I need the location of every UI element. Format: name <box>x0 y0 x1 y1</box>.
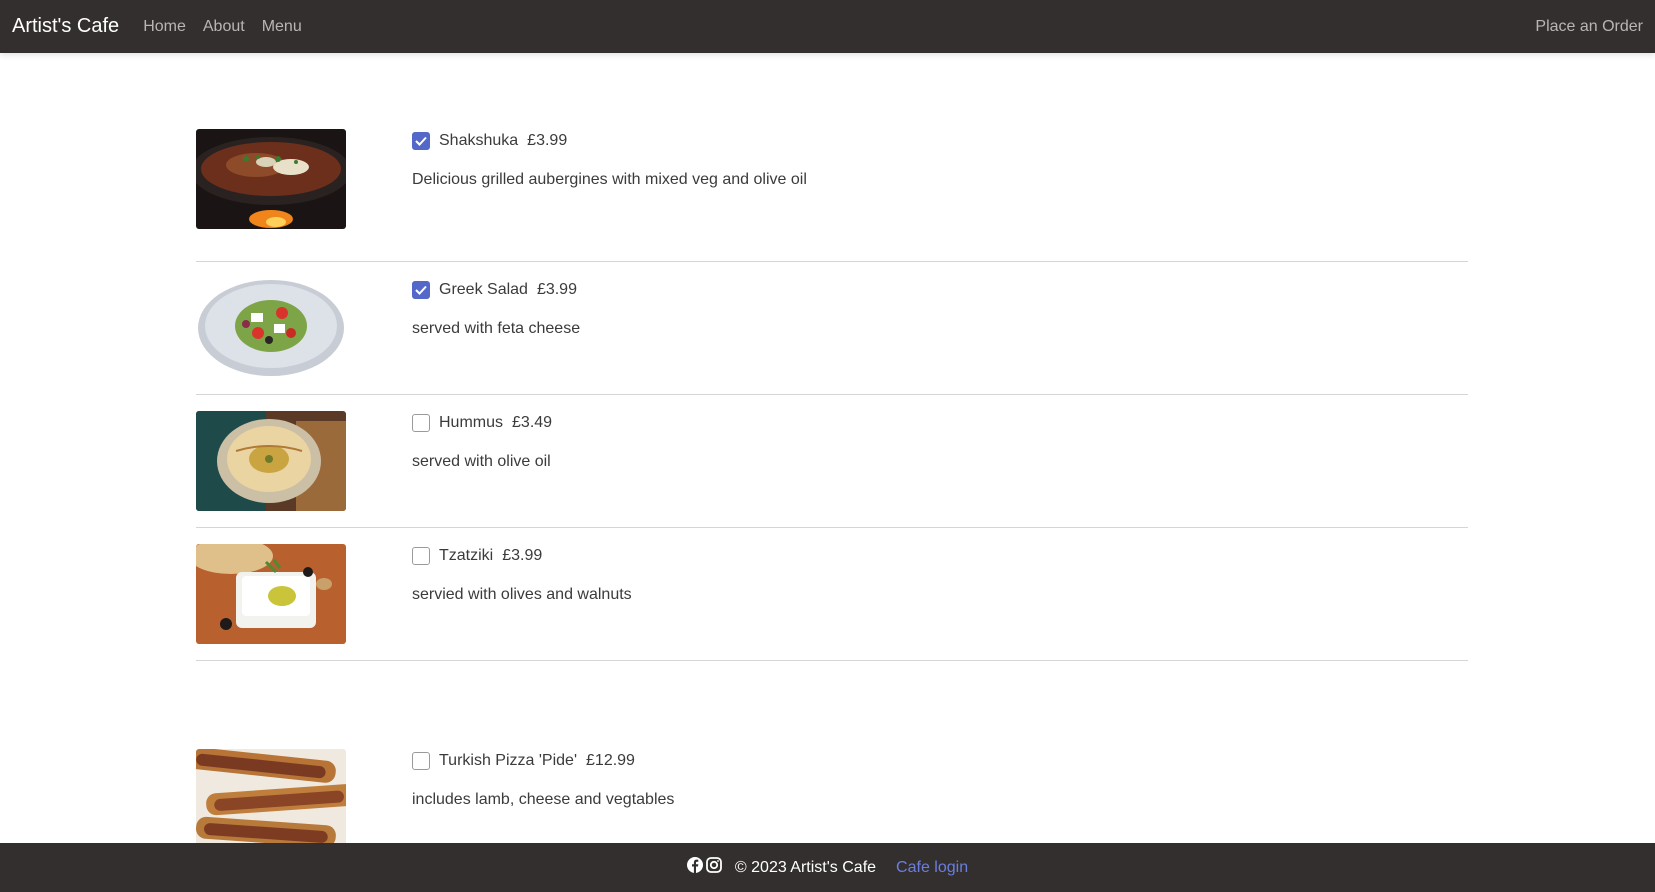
item-title-row: Turkish Pizza 'Pide' £12.99 <box>412 750 674 772</box>
item-description: includes lamb, cheese and vegtables <box>412 791 675 808</box>
top-navbar: Artist's Cafe Home About Menu Place an O… <box>0 0 1655 53</box>
item-description: Delicious grilled aubergines with mixed … <box>412 171 807 188</box>
item-name: Greek Salad <box>439 281 528 298</box>
pide-photo <box>196 749 346 849</box>
item-name: Turkish Pizza 'Pide' <box>439 752 578 769</box>
hummus-photo <box>196 411 346 511</box>
instagram-icon[interactable] <box>706 857 722 878</box>
tzatziki-photo <box>196 544 346 644</box>
item-description: servied with olives and walnuts <box>412 586 632 603</box>
place-order-link[interactable]: Place an Order <box>1535 18 1643 36</box>
item-checkbox[interactable] <box>412 132 430 150</box>
item-info: Hummus £3.49 served with olive oil <box>412 411 552 527</box>
check-icon <box>415 136 427 146</box>
item-checkbox[interactable] <box>412 281 430 299</box>
item-info: Shakshuka £3.99 Delicious grilled auberg… <box>412 129 807 261</box>
item-title-row: Tzatziki £3.99 <box>412 545 632 567</box>
item-price: £3.49 <box>512 414 553 431</box>
shakshuka-photo <box>196 129 346 229</box>
cafe-login-link[interactable]: Cafe login <box>896 859 968 877</box>
item-price: £3.99 <box>536 281 577 298</box>
facebook-icon[interactable] <box>686 857 703 878</box>
item-description: served with feta cheese <box>412 320 581 337</box>
item-checkbox[interactable] <box>412 752 430 770</box>
menu-item-tzatziki: Tzatziki £3.99 servied with olives and w… <box>196 528 1468 661</box>
item-name: Hummus <box>439 414 504 431</box>
menu-item-greek-salad: Greek Salad £3.99 served with feta chees… <box>196 262 1468 395</box>
check-icon <box>415 285 427 295</box>
footer: © 2023 Artist's Cafe Cafe login <box>0 843 1655 892</box>
item-description: served with olive oil <box>412 453 551 470</box>
nav-link-home[interactable]: Home <box>143 18 186 36</box>
menu-list: Shakshuka £3.99 Delicious grilled auberg… <box>196 129 1468 859</box>
item-name: Shakshuka <box>439 132 519 149</box>
item-price: £3.99 <box>502 547 543 564</box>
item-checkbox[interactable] <box>412 414 430 432</box>
social-links <box>686 857 725 878</box>
item-price: £3.99 <box>527 132 568 149</box>
nav-link-about[interactable]: About <box>203 18 245 36</box>
item-title-row: Greek Salad £3.99 <box>412 279 580 301</box>
menu-item-hummus: Hummus £3.49 served with olive oil <box>196 395 1468 528</box>
menu-item-shakshuka: Shakshuka £3.99 Delicious grilled auberg… <box>196 129 1468 262</box>
item-info: Greek Salad £3.99 served with feta chees… <box>412 278 580 394</box>
item-title-row: Hummus £3.49 <box>412 412 552 434</box>
item-title-row: Shakshuka £3.99 <box>412 130 807 152</box>
brand-link[interactable]: Artist's Cafe <box>12 15 119 38</box>
item-info: Tzatziki £3.99 servied with olives and w… <box>412 544 632 660</box>
greek-salad-photo <box>196 278 346 378</box>
nav-link-menu[interactable]: Menu <box>262 18 302 36</box>
item-price: £12.99 <box>586 752 635 769</box>
copyright-text: © 2023 Artist's Cafe <box>734 858 877 876</box>
item-name: Tzatziki <box>439 547 494 564</box>
item-checkbox[interactable] <box>412 547 430 565</box>
